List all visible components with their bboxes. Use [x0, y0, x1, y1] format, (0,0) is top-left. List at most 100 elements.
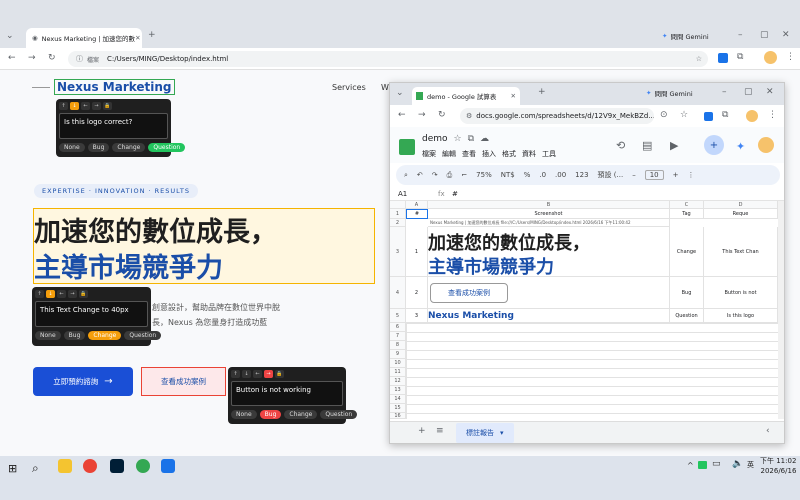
cell-tag[interactable]: Change	[670, 227, 704, 277]
arrow-up-icon[interactable]: ↑	[35, 290, 44, 298]
back-icon[interactable]: ←	[398, 110, 406, 120]
minimize-icon[interactable]: –	[722, 87, 727, 97]
menu-file[interactable]: 檔案	[422, 149, 436, 159]
percent-format-button[interactable]: %	[524, 171, 531, 179]
lock-icon[interactable]: 🔒	[275, 370, 284, 378]
col-header[interactable]: A	[406, 201, 428, 209]
menu-tools[interactable]: 工具	[542, 149, 556, 159]
bookmark-star-icon[interactable]: ☆	[696, 55, 702, 63]
row-header[interactable]: 5	[390, 309, 406, 323]
cell-screenshot-meta[interactable]: Nexus Marketing | 加速您的數位成長 file:///C:/Us…	[428, 219, 670, 227]
row-header[interactable]: 1	[390, 209, 406, 219]
cell-request[interactable]: This Text Chan	[704, 227, 778, 277]
profile-avatar[interactable]	[746, 110, 758, 122]
maximize-icon[interactable]: ▢	[744, 87, 753, 97]
decrease-decimal-button[interactable]: .0	[539, 171, 546, 179]
redo-icon[interactable]: ↷	[432, 171, 438, 179]
lock-icon[interactable]: 🔒	[79, 290, 88, 298]
tag-question-button[interactable]: Question	[124, 331, 162, 340]
history-icon[interactable]: ⟲	[616, 139, 625, 152]
menu-edit[interactable]: 編輯	[442, 149, 456, 159]
row-header[interactable]: 7	[390, 332, 406, 341]
extension-icon[interactable]	[718, 53, 728, 63]
meet-icon[interactable]: ▶	[670, 139, 678, 152]
windows-start-icon[interactable]: ⊞	[8, 462, 17, 475]
font-size-plus-icon[interactable]: +	[673, 171, 679, 179]
share-icon[interactable]: +	[704, 135, 724, 155]
forward-icon[interactable]: →	[28, 53, 36, 63]
col-header[interactable]: D	[704, 201, 778, 209]
lock-icon[interactable]: 🔒	[103, 102, 112, 110]
cell-request[interactable]: Is this logo	[704, 309, 778, 323]
menu-format[interactable]: 格式	[502, 149, 516, 159]
sheet-tab-report[interactable]: 標註報告 ▾	[456, 423, 514, 443]
zoom-select[interactable]: 75%	[476, 171, 492, 179]
cell-request[interactable]: Button is not	[704, 277, 778, 309]
row-header[interactable]: 11	[390, 368, 406, 377]
name-box[interactable]: A1	[398, 190, 438, 198]
nav-services-link[interactable]: Services	[332, 83, 366, 92]
star-icon[interactable]: ☆	[454, 134, 462, 144]
tag-change-button[interactable]: Change	[284, 410, 318, 419]
new-tab-icon[interactable]: +	[148, 30, 156, 40]
arrow-right-icon[interactable]: →	[92, 102, 101, 110]
sheets-logo-icon[interactable]	[399, 139, 415, 155]
window-address-bar[interactable]: ⚙ docs.google.com/spreadsheets/d/12V9x_M…	[460, 108, 654, 124]
extension-icon[interactable]	[704, 112, 713, 121]
tag-bug-button[interactable]: Bug	[259, 410, 282, 419]
cell-header-request[interactable]: Reque	[704, 209, 778, 219]
gemini-button[interactable]: ✦ 問問 Gemini	[646, 88, 693, 98]
cell-num[interactable]: 2	[406, 277, 428, 309]
close-tab-icon[interactable]: ✕	[135, 34, 140, 42]
arrow-up-icon[interactable]: ↑	[231, 370, 240, 378]
arrow-down-icon[interactable]: ↓	[46, 290, 55, 298]
number-format-button[interactable]: 123	[575, 171, 588, 179]
row-header[interactable]: 10	[390, 359, 406, 368]
site-logo[interactable]: Nexus Marketing	[54, 79, 175, 95]
arrow-down-icon[interactable]: ↓	[70, 102, 79, 110]
window-tab-sheets[interactable]: demo - Google 試算表 ✕	[412, 87, 520, 105]
view-cases-button[interactable]: 查看成功案例	[141, 367, 226, 396]
cell-header-screenshot[interactable]: Screenshot	[428, 209, 670, 219]
tray-chevron-icon[interactable]: ^	[687, 461, 694, 470]
paint-format-icon[interactable]: ⌐	[461, 171, 467, 179]
row-header[interactable]: 4	[390, 277, 406, 309]
close-window-icon[interactable]: ✕	[766, 87, 774, 97]
cell-screenshot-logo[interactable]: Nexus Marketing	[428, 309, 670, 323]
all-sheets-icon[interactable]: ≡	[436, 426, 444, 436]
arrow-left-icon[interactable]: ←	[253, 370, 262, 378]
menu-data[interactable]: 資料	[522, 149, 536, 159]
tab-search-icon[interactable]: ⌄	[396, 88, 404, 98]
menu-insert[interactable]: 插入	[482, 149, 496, 159]
chevron-down-icon[interactable]: ▾	[500, 429, 504, 437]
back-icon[interactable]: ←	[8, 53, 16, 63]
tab-search-icon[interactable]: ⌄	[6, 31, 14, 41]
more-icon[interactable]: ⋮	[687, 171, 694, 179]
add-sheet-icon[interactable]: +	[418, 426, 426, 436]
close-window-icon[interactable]: ✕	[782, 30, 790, 40]
book-consultation-button[interactable]: 立即預約諮詢 →	[33, 367, 133, 396]
chrome-icon[interactable]	[83, 459, 97, 473]
close-tab-icon[interactable]: ✕	[511, 92, 516, 100]
popup-comment-input[interactable]: Button is not working	[231, 381, 343, 406]
tag-change-button[interactable]: Change	[88, 331, 122, 340]
undo-icon[interactable]: ↶	[417, 171, 423, 179]
row-header[interactable]: 2	[390, 219, 406, 227]
chrome-profile-icon[interactable]	[136, 459, 150, 473]
tag-question-button[interactable]: Question	[148, 143, 186, 152]
taskbar-clock[interactable]: 下午 11:02 2026/6/16	[760, 456, 796, 476]
formula-input[interactable]: #	[452, 190, 458, 198]
tag-change-button[interactable]: Change	[112, 143, 146, 152]
puzzle-icon[interactable]: ⧉	[722, 110, 728, 120]
col-header[interactable]: C	[670, 201, 704, 209]
profile-avatar[interactable]	[764, 51, 777, 64]
account-avatar[interactable]	[758, 137, 774, 153]
file-explorer-icon[interactable]	[58, 459, 72, 473]
maximize-icon[interactable]: ▢	[760, 30, 769, 40]
arrow-left-icon[interactable]: ←	[81, 102, 90, 110]
puzzle-icon[interactable]: ⧉	[737, 52, 743, 62]
font-size-input[interactable]: 10	[644, 170, 664, 180]
arrow-left-icon[interactable]: ←	[57, 290, 66, 298]
display-icon[interactable]: ▭	[712, 459, 721, 469]
tag-bug-button[interactable]: Bug	[87, 143, 110, 152]
